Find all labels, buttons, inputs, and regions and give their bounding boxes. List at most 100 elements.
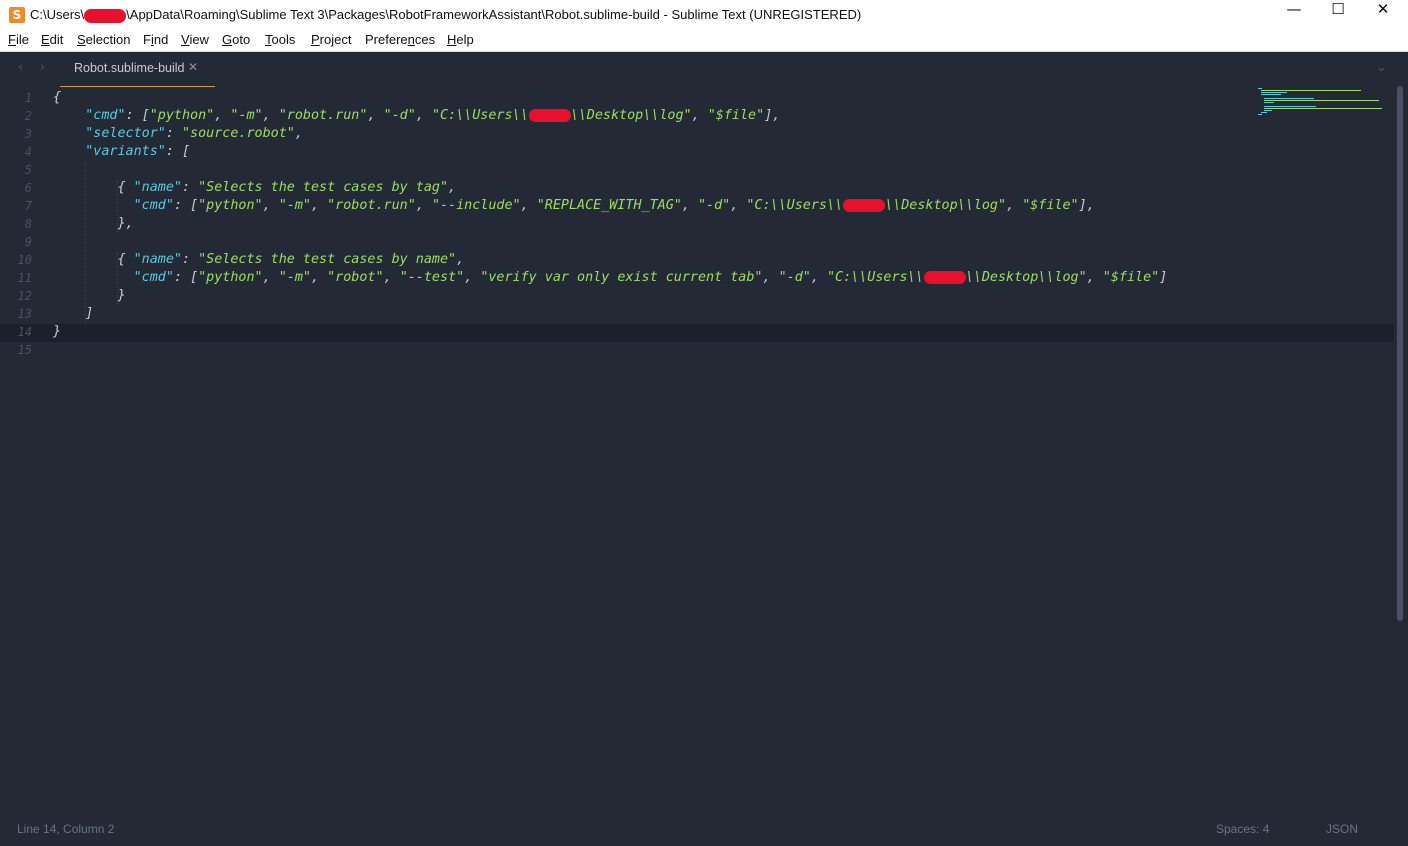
json-string: "source.robot"	[182, 126, 295, 141]
menu-item-3[interactable]: Find	[143, 32, 168, 47]
minimap[interactable]	[1258, 86, 1383, 116]
code-line: "cmd": ["python", "-m", "robot.run", "--…	[53, 198, 1095, 216]
menu-bar: File Edit Selection Find View Goto Tools Projec…	[0, 30, 1408, 52]
json-string: "python"	[149, 108, 215, 123]
tab-bar: ‹ › Robot.sublime-build ✕ ⌄	[0, 52, 1408, 87]
json-string: "verify var only exist current tab"	[480, 270, 763, 285]
sublime-app-icon: S	[9, 7, 25, 23]
punctuation: ,	[464, 270, 481, 285]
punctuation: ,	[367, 108, 384, 123]
menu-item-6[interactable]: Tools	[265, 32, 295, 47]
code-editor[interactable]: 1 2 3 4 5 6 7 8 9 10 11 12 13 14 15{ "cmd": ["python",…	[0, 86, 1394, 812]
punctuation: :	[182, 180, 199, 195]
punctuation: ,	[810, 270, 827, 285]
punctuation: : [	[173, 198, 199, 213]
indent-guide	[117, 180, 118, 234]
punctuation: ,	[520, 198, 537, 213]
line-number: 11	[17, 271, 32, 285]
json-string: "$file"	[707, 108, 765, 123]
minimap-line	[1264, 100, 1379, 101]
line-number: 3	[24, 127, 32, 141]
menu-item-4[interactable]: View	[181, 32, 209, 47]
scrollbar-thumb[interactable]	[1397, 86, 1403, 621]
punctuation: ,	[311, 270, 328, 285]
code-line: }	[53, 324, 61, 342]
punctuation: ,	[691, 108, 708, 123]
line-number: 2	[24, 109, 32, 123]
minimap-line	[1261, 92, 1287, 93]
code-line: },	[53, 216, 133, 234]
json-string: "-d"	[383, 108, 416, 123]
menu-item-8[interactable]: Preferences	[365, 32, 435, 47]
code-line: }	[53, 288, 126, 306]
minimize-button[interactable]: —	[1271, 0, 1317, 30]
tab-robot-sublime-build[interactable]: Robot.sublime-build ✕	[60, 52, 215, 87]
punctuation: ,	[1006, 198, 1023, 213]
code-line: { "name": "Selects the test cases by tag…	[53, 180, 456, 198]
indent-guide	[117, 252, 118, 306]
line-number: 9	[24, 235, 32, 249]
punctuation: :	[182, 252, 199, 267]
menu-item-1[interactable]: Edit	[41, 32, 63, 47]
title-bar: S C:\Users\ \AppData\Roaming\Sublime Text…	[0, 0, 1408, 30]
tab-list-dropdown-icon[interactable]: ⌄	[1376, 60, 1387, 75]
tab-close-icon[interactable]: ✕	[188, 60, 198, 74]
punctuation: ,	[456, 252, 465, 267]
json-string: \\Desktop\\log"	[965, 270, 1087, 285]
json-key: "variants"	[53, 144, 166, 159]
json-string: "-d"	[698, 198, 731, 213]
json-string: "$file"	[1022, 198, 1079, 213]
json-string: "robot.run"	[327, 198, 416, 213]
maximize-button[interactable]: ☐	[1315, 0, 1361, 30]
redaction-mark	[843, 198, 886, 212]
json-string: "C:\\Users\\	[431, 108, 529, 123]
vertical-scrollbar[interactable]	[1396, 86, 1404, 812]
menu-item-5[interactable]: Goto	[222, 32, 250, 47]
punctuation: : [	[173, 270, 199, 285]
menu-item-7[interactable]: Project	[311, 32, 351, 47]
json-string: "robot.run"	[278, 108, 368, 123]
json-string: "robot"	[327, 270, 384, 285]
minimap-line	[1261, 94, 1281, 95]
json-key: "cmd"	[53, 270, 174, 285]
line-number: 10	[17, 253, 32, 267]
tab-label: Robot.sublime-build	[74, 61, 185, 75]
punctuation: : [	[125, 108, 150, 123]
punctuation: ,	[762, 270, 779, 285]
indentation-setting[interactable]: Spaces: 4	[1216, 822, 1269, 836]
punctuation: ]	[1159, 270, 1168, 285]
punctuation: :	[165, 126, 182, 141]
nav-forward-icon[interactable]: ›	[40, 60, 45, 75]
line-number: 13	[17, 307, 32, 321]
redaction-mark	[528, 108, 571, 122]
menu-item-0[interactable]: File	[8, 32, 29, 47]
json-string: "REPLACE_WITH_TAG"	[536, 198, 682, 213]
json-string: "python"	[198, 198, 263, 213]
minimap-line	[1264, 98, 1314, 99]
menu-item-9[interactable]: Help	[447, 32, 474, 47]
punctuation: ,	[1086, 270, 1103, 285]
menu-item-2[interactable]: Selection	[77, 32, 130, 47]
window-title: C:\Users\ \AppData\Roaming\Sublime Text 3…	[30, 7, 861, 23]
json-string: "python"	[198, 270, 263, 285]
redaction-mark	[923, 270, 966, 284]
punctuation: }	[53, 288, 126, 303]
syntax-mode[interactable]: JSON	[1326, 822, 1358, 836]
json-key: "cmd"	[53, 108, 126, 123]
line-number: 8	[24, 217, 32, 231]
cursor-position: Line 14, Column 2	[17, 822, 115, 836]
line-number: 6	[24, 181, 32, 195]
json-string: "-m"	[278, 270, 311, 285]
close-window-button[interactable]: ✕	[1360, 0, 1406, 30]
code-line: ]	[53, 306, 93, 324]
nav-back-icon[interactable]: ‹	[18, 60, 23, 75]
code-line: "cmd": ["python", "-m", "robot", "--test…	[53, 270, 1168, 288]
json-string: \\Desktop\\log"	[570, 108, 692, 123]
line-number: 1	[24, 91, 32, 105]
minimap-line	[1264, 108, 1382, 109]
code-line: { "name": "Selects the test cases by nam…	[53, 252, 464, 270]
json-string: "--test"	[399, 270, 465, 285]
minimap-line	[1264, 102, 1274, 103]
minimap-line	[1258, 114, 1262, 115]
json-key: "name"	[133, 252, 182, 267]
